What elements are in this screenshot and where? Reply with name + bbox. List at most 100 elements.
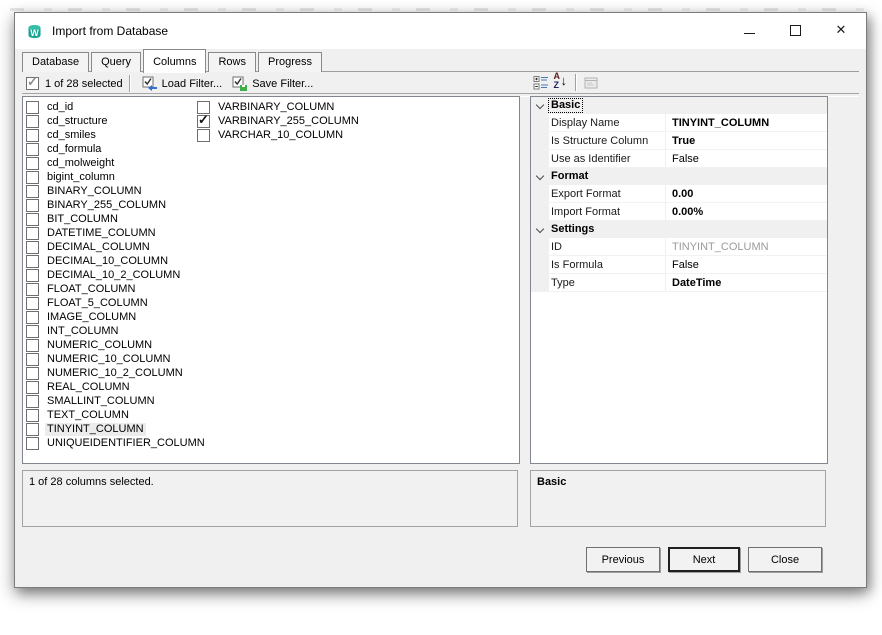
property-value[interactable]: False xyxy=(666,259,827,271)
column-list-item[interactable]: BINARY_COLUMN xyxy=(26,184,207,198)
column-checkbox[interactable] xyxy=(26,213,39,226)
property-value[interactable]: True xyxy=(666,135,827,147)
chevron-down-icon[interactable] xyxy=(531,228,549,232)
column-list-item[interactable]: VARCHAR_10_COLUMN xyxy=(197,128,361,142)
close-dialog-button[interactable]: Close xyxy=(748,547,822,572)
close-button[interactable]: ✕ xyxy=(818,13,864,47)
property-grid[interactable]: BasicDisplay NameTINYINT_COLUMNIs Struct… xyxy=(530,96,828,464)
column-list-item[interactable]: IMAGE_COLUMN xyxy=(26,310,207,324)
column-checkbox[interactable] xyxy=(26,143,39,156)
column-list-item[interactable]: NUMERIC_COLUMN xyxy=(26,338,207,352)
column-checkbox[interactable] xyxy=(26,157,39,170)
column-list-item[interactable]: BIT_COLUMN xyxy=(26,212,207,226)
property-row[interactable]: IDTINYINT_COLUMN xyxy=(531,238,827,256)
property-row[interactable]: Use as IdentifierFalse xyxy=(531,150,827,168)
column-checkbox[interactable] xyxy=(26,311,39,324)
column-checkbox[interactable] xyxy=(26,115,39,128)
tab-rows[interactable]: Rows xyxy=(208,52,256,72)
column-checkbox[interactable] xyxy=(26,409,39,422)
column-checkbox[interactable] xyxy=(26,437,39,450)
previous-button[interactable]: Previous xyxy=(586,547,660,572)
column-checkbox[interactable] xyxy=(26,255,39,268)
tab-columns[interactable]: Columns xyxy=(143,49,206,73)
column-list-item[interactable]: BINARY_255_COLUMN xyxy=(26,198,207,212)
tab-database[interactable]: Database xyxy=(22,52,89,72)
property-value[interactable]: 0.00% xyxy=(666,206,827,218)
property-row[interactable]: Import Format0.00% xyxy=(531,203,827,221)
column-checkbox[interactable] xyxy=(26,171,39,184)
column-checkbox[interactable] xyxy=(26,297,39,310)
app-database-icon: W xyxy=(26,23,43,40)
column-list-item[interactable]: bigint_column xyxy=(26,170,207,184)
property-category-row[interactable]: Format xyxy=(531,168,827,185)
select-all-checkbox[interactable] xyxy=(26,77,39,90)
column-checkbox[interactable] xyxy=(197,129,210,142)
column-list-item[interactable]: FLOAT_COLUMN xyxy=(26,282,207,296)
next-button[interactable]: Next xyxy=(668,547,740,572)
column-list-item[interactable]: INT_COLUMN xyxy=(26,324,207,338)
property-category-row[interactable]: Settings xyxy=(531,221,827,238)
column-checkbox[interactable] xyxy=(26,325,39,338)
minimize-button[interactable] xyxy=(726,13,772,47)
column-checkbox[interactable] xyxy=(26,199,39,212)
chevron-down-icon[interactable] xyxy=(531,175,549,179)
column-list-item[interactable]: FLOAT_5_COLUMN xyxy=(26,296,207,310)
column-list-item[interactable]: DECIMAL_COLUMN xyxy=(26,240,207,254)
column-checkbox[interactable] xyxy=(26,339,39,352)
column-list-item[interactable]: REAL_COLUMN xyxy=(26,380,207,394)
column-checkbox-list[interactable]: cd_idcd_structurecd_smilescd_formulacd_m… xyxy=(22,96,520,464)
column-checkbox[interactable] xyxy=(26,241,39,254)
property-row-gutter xyxy=(531,150,549,167)
column-list-item[interactable]: DECIMAL_10_2_COLUMN xyxy=(26,268,207,282)
property-value[interactable]: False xyxy=(666,153,827,165)
column-list-item[interactable]: DECIMAL_10_COLUMN xyxy=(26,254,207,268)
column-list-item[interactable]: UNIQUEIDENTIFIER_COLUMN xyxy=(26,436,207,450)
column-list-item[interactable]: TINYINT_COLUMN xyxy=(26,422,207,436)
column-list-item[interactable]: NUMERIC_10_COLUMN xyxy=(26,352,207,366)
property-category-row[interactable]: Basic xyxy=(531,97,827,114)
chevron-down-icon[interactable] xyxy=(531,104,549,108)
column-list-item[interactable]: cd_id xyxy=(26,100,207,114)
column-checkbox[interactable] xyxy=(26,353,39,366)
property-row[interactable]: Display NameTINYINT_COLUMN xyxy=(531,114,827,132)
tab-query[interactable]: Query xyxy=(91,52,141,72)
load-filter-button[interactable]: Load Filter... xyxy=(137,74,228,94)
column-list-item[interactable]: cd_structure xyxy=(26,114,207,128)
column-list-item[interactable]: VARBINARY_COLUMN xyxy=(197,100,361,114)
column-list-item[interactable]: TEXT_COLUMN xyxy=(26,408,207,422)
property-row[interactable]: Export Format0.00 xyxy=(531,185,827,203)
column-checkbox[interactable] xyxy=(26,269,39,282)
column-checkbox[interactable] xyxy=(26,101,39,114)
alphabetical-sort-button[interactable]: A Z ↓ xyxy=(551,73,572,93)
column-checkbox[interactable] xyxy=(26,423,39,436)
property-row[interactable]: Is FormulaFalse xyxy=(531,256,827,274)
selection-toggle[interactable]: 1 of 28 selected xyxy=(26,72,123,95)
column-list-item[interactable]: SMALLINT_COLUMN xyxy=(26,394,207,408)
column-checkbox[interactable] xyxy=(26,367,39,380)
column-list-item[interactable]: NUMERIC_10_2_COLUMN xyxy=(26,366,207,380)
column-checkbox[interactable] xyxy=(26,395,39,408)
close-icon: ✕ xyxy=(836,22,847,38)
column-list-item[interactable]: VARBINARY_255_COLUMN xyxy=(197,114,361,128)
column-checkbox[interactable] xyxy=(26,129,39,142)
maximize-button[interactable] xyxy=(772,13,818,47)
column-checkbox[interactable] xyxy=(26,185,39,198)
property-row[interactable]: TypeDateTime xyxy=(531,274,827,292)
column-list-item[interactable]: DATETIME_COLUMN xyxy=(26,226,207,240)
property-value[interactable]: TINYINT_COLUMN xyxy=(666,241,827,253)
categorized-view-button[interactable] xyxy=(530,73,551,93)
column-list-item[interactable]: cd_formula xyxy=(26,142,207,156)
property-value[interactable]: DateTime xyxy=(666,277,827,289)
property-value[interactable]: TINYINT_COLUMN xyxy=(666,117,827,129)
column-list-item[interactable]: cd_molweight xyxy=(26,156,207,170)
tab-progress[interactable]: Progress xyxy=(258,52,322,72)
column-list-item[interactable]: cd_smiles xyxy=(26,128,207,142)
property-value[interactable]: 0.00 xyxy=(666,188,827,200)
column-name-label: DECIMAL_COLUMN xyxy=(45,241,152,254)
save-filter-button[interactable]: Save Filter... xyxy=(227,74,318,94)
property-row[interactable]: Is Structure ColumnTrue xyxy=(531,132,827,150)
column-checkbox[interactable] xyxy=(26,283,39,296)
column-checkbox[interactable] xyxy=(26,381,39,394)
column-checkbox[interactable] xyxy=(26,227,39,240)
column-checkbox[interactable] xyxy=(197,115,210,128)
